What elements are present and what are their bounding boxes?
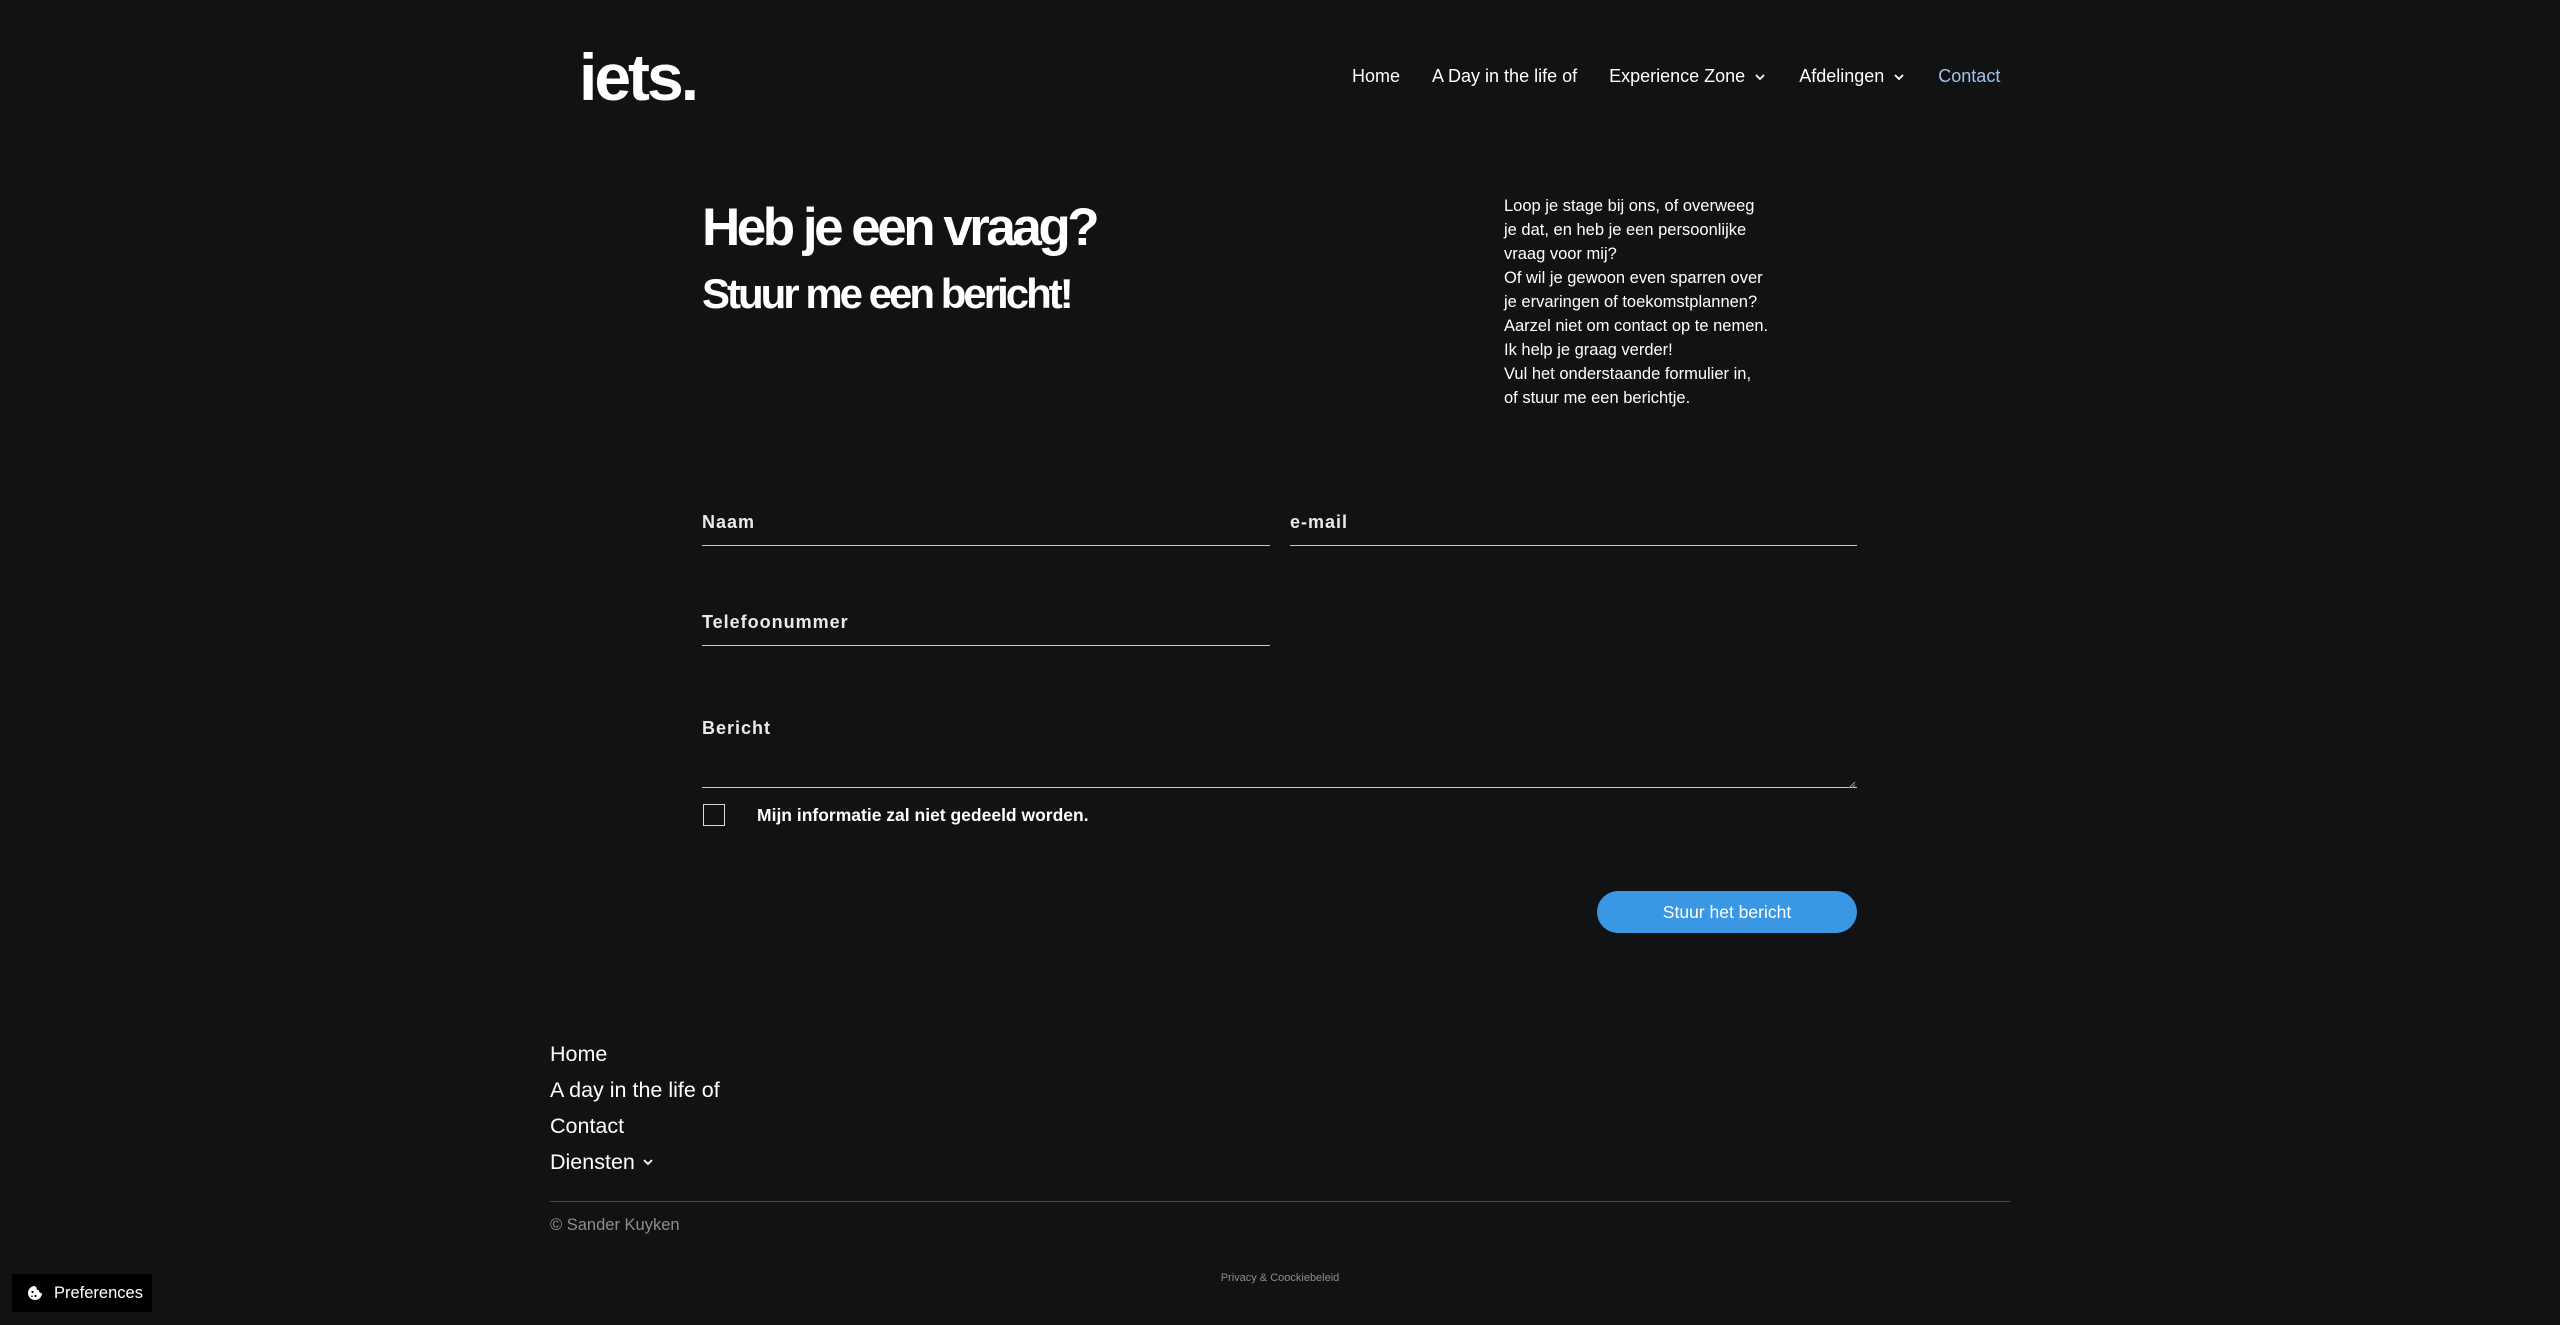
chevron-down-icon — [641, 1155, 655, 1169]
intro-line: Ik help je graag verder! — [1504, 341, 1673, 359]
nav-item-afdelingen[interactable]: Afdelingen — [1799, 66, 1906, 87]
footer-divider — [550, 1201, 2010, 1202]
consent-checkbox[interactable] — [703, 804, 725, 826]
footer-nav-item-a-day-in-the-life-of[interactable]: A day in the life of — [550, 1072, 720, 1108]
nav-item-contact[interactable]: Contact — [1938, 66, 2000, 87]
nav-item-label: Contact — [1938, 66, 2001, 86]
phone-field[interactable]: Telefoonummer — [702, 608, 1270, 646]
nav-item-experience-zone[interactable]: Experience Zone — [1609, 66, 1767, 87]
phone-field-label: Telefoonummer — [702, 612, 849, 632]
resize-handle-icon[interactable] — [1846, 776, 1856, 789]
cookie-icon — [26, 1284, 44, 1302]
footer-nav-item-home[interactable]: Home — [550, 1036, 720, 1072]
nav-item-home[interactable]: Home — [1352, 66, 1400, 87]
nav-item-label: Afdelingen — [1799, 66, 1885, 86]
consent-label: Mijn informatie zal niet gedeeld worden. — [757, 804, 1089, 825]
intro-line: Of wil je gewoon even sparren over — [1504, 269, 1763, 287]
chevron-down-icon — [1753, 70, 1767, 84]
footer-nav-label: Diensten — [550, 1150, 635, 1174]
intro-line: vraag voor mij? — [1504, 245, 1617, 263]
nav-item-label: A Day in the life of — [1432, 66, 1578, 86]
submit-button[interactable]: Stuur het bericht — [1597, 891, 1857, 933]
email-field-label: e-mail — [1290, 512, 1349, 532]
footer-nav-label: A day in the life of — [550, 1078, 720, 1102]
intro-line: Aarzel niet om contact op te nemen. — [1504, 317, 1769, 335]
name-field-label: Naam — [702, 512, 756, 532]
name-field[interactable]: Naam — [702, 508, 1270, 546]
nav-item-a-day-in-the-life-of[interactable]: A Day in the life of — [1432, 66, 1577, 87]
intro-text: Loop je stage bij ons, of overweeg je da… — [1504, 194, 1794, 410]
footer-nav-label: Home — [550, 1042, 608, 1066]
footer-nav-item-diensten[interactable]: Diensten — [550, 1144, 720, 1180]
copyright-text: © Sander Kuyken — [550, 1216, 680, 1234]
intro-line: of stuur me een berichtje. — [1504, 389, 1691, 407]
main-nav: Home A Day in the life of Experience Zon… — [1352, 66, 2000, 87]
footer-nav-label: Contact — [550, 1114, 625, 1138]
intro-line: je dat, en heb je een persoonlijke — [1504, 221, 1747, 239]
intro-line: Vul het onderstaande formulier in, — [1504, 365, 1752, 383]
site-logo[interactable]: iets. — [579, 42, 699, 112]
page-subtitle: Stuur me een bericht! — [702, 270, 1074, 317]
privacy-link[interactable]: Privacy & Coockiebeleid — [1221, 1272, 1340, 1284]
page-title: Heb je een vraag? — [702, 198, 1100, 257]
intro-line: Loop je stage bij ons, of overweeg — [1504, 197, 1755, 215]
nav-item-label: Home — [1352, 66, 1401, 86]
submit-button-label: Stuur het bericht — [1662, 901, 1792, 922]
email-field[interactable]: e-mail — [1290, 508, 1857, 546]
consent-row: Mijn informatie zal niet gedeeld worden. — [703, 804, 1089, 826]
chevron-down-icon — [1892, 70, 1906, 84]
footer-nav-item-contact[interactable]: Contact — [550, 1108, 720, 1144]
message-textarea[interactable]: Bericht — [702, 718, 1857, 789]
intro-line: je ervaringen of toekomstplannen? — [1504, 293, 1758, 311]
cookie-preferences-label: Preferences — [54, 1283, 143, 1302]
nav-item-label: Experience Zone — [1609, 66, 1746, 86]
privacy-container: Privacy & Coockiebeleid — [0, 1272, 2560, 1284]
cookie-preferences-button[interactable]: Preferences — [12, 1274, 152, 1312]
footer-nav: Home A day in the life of Contact Dienst… — [550, 1036, 720, 1180]
message-field-label: Bericht — [702, 718, 772, 738]
